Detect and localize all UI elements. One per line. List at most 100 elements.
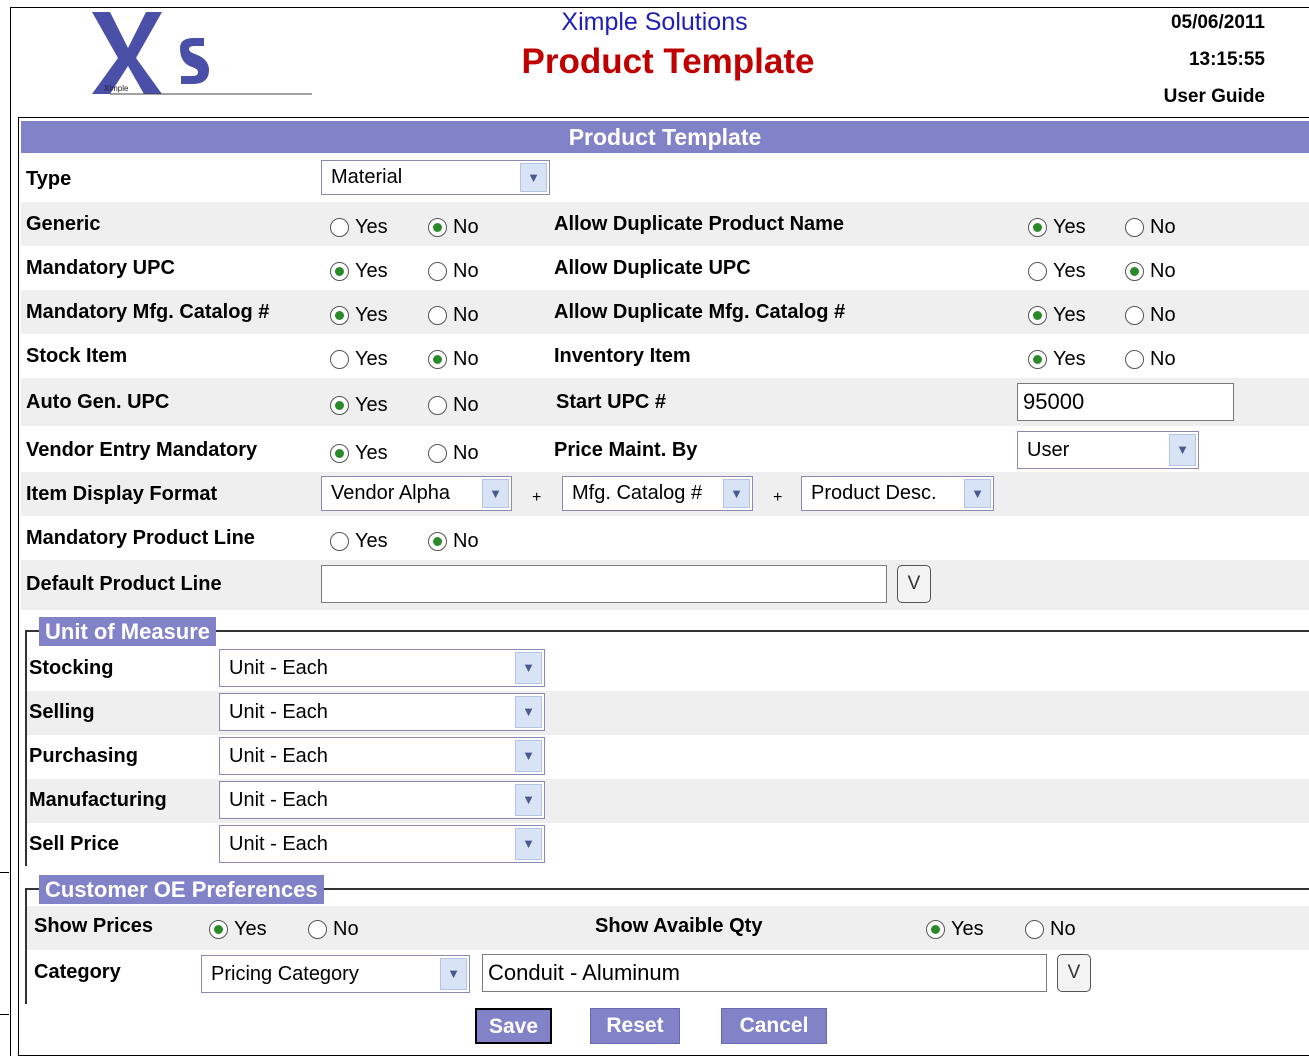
start-upc-input[interactable]: 95000 xyxy=(1017,383,1234,421)
radio-empty-icon[interactable] xyxy=(330,532,349,551)
radio-label: No xyxy=(453,394,479,416)
show-prices-no[interactable]: No xyxy=(308,918,359,941)
chevron-down-icon[interactable]: ▼ xyxy=(964,479,991,508)
save-button[interactable]: Save xyxy=(475,1008,552,1044)
allow-dup-name-no[interactable]: No xyxy=(1125,216,1176,239)
allow-dup-upc-label: Allow Duplicate UPC xyxy=(554,257,751,279)
sell-price-select[interactable]: Unit - Each ▼ xyxy=(219,825,545,863)
chevron-down-icon[interactable]: ▼ xyxy=(515,784,542,816)
radio-empty-icon[interactable] xyxy=(308,920,327,939)
show-prices-yes[interactable]: Yes xyxy=(209,918,267,941)
allow-dup-upc-no[interactable]: No xyxy=(1125,260,1176,283)
selling-select[interactable]: Unit - Each ▼ xyxy=(219,693,545,731)
allow-dup-upc-yes[interactable]: Yes xyxy=(1028,260,1086,283)
generic-no[interactable]: No xyxy=(428,216,479,239)
mandatory-mfg-yes[interactable]: Yes xyxy=(330,304,388,327)
row-stock-item: Stock Item Yes No Inventory Item Yes No xyxy=(21,334,1309,378)
inventory-item-label: Inventory Item xyxy=(554,345,691,367)
stocking-select[interactable]: Unit - Each ▼ xyxy=(219,649,545,687)
sell-price-value: Unit - Each xyxy=(229,833,328,855)
stock-item-no[interactable]: No xyxy=(428,348,479,371)
category-input[interactable]: Conduit - Aluminum xyxy=(482,954,1047,992)
radio-selected-icon[interactable] xyxy=(926,920,945,939)
radio-empty-icon[interactable] xyxy=(1125,306,1144,325)
allow-dup-mfg-yes[interactable]: Yes xyxy=(1028,304,1086,327)
type-select[interactable]: Material ▼ xyxy=(321,160,550,195)
radio-selected-icon[interactable] xyxy=(1028,350,1047,369)
radio-selected-icon[interactable] xyxy=(209,920,228,939)
mandatory-upc-yes[interactable]: Yes xyxy=(330,260,388,283)
allow-dup-name-label: Allow Duplicate Product Name xyxy=(554,213,845,235)
default-line-input[interactable] xyxy=(321,565,887,603)
show-qty-no[interactable]: No xyxy=(1025,918,1076,941)
allow-dup-mfg-no[interactable]: No xyxy=(1125,304,1176,327)
display-format-part1-select[interactable]: Vendor Alpha ▼ xyxy=(321,476,512,511)
radio-selected-icon[interactable] xyxy=(428,350,447,369)
radio-empty-icon[interactable] xyxy=(428,396,447,415)
radio-empty-icon[interactable] xyxy=(330,218,349,237)
radio-empty-icon[interactable] xyxy=(428,262,447,281)
chevron-down-icon[interactable]: ▼ xyxy=(1169,434,1196,466)
display-format-part2-select[interactable]: Mfg. Catalog # ▼ xyxy=(562,476,753,511)
type-label: Type xyxy=(26,168,72,190)
chevron-down-icon[interactable]: ▼ xyxy=(515,828,542,860)
allow-dup-name-yes[interactable]: Yes xyxy=(1028,216,1086,239)
radio-selected-icon[interactable] xyxy=(428,532,447,551)
radio-empty-icon[interactable] xyxy=(330,350,349,369)
purchasing-select[interactable]: Unit - Each ▼ xyxy=(219,737,545,775)
type-value: Material xyxy=(331,166,403,188)
reset-button[interactable]: Reset xyxy=(590,1008,680,1044)
uom-row-sell-price: Sell Price Unit - Each ▼ xyxy=(27,823,1309,867)
radio-label: Yes xyxy=(355,260,388,282)
inventory-item-yes[interactable]: Yes xyxy=(1028,348,1086,371)
mandatory-upc-label: Mandatory UPC xyxy=(26,257,175,279)
radio-empty-icon[interactable] xyxy=(1125,218,1144,237)
radio-selected-icon[interactable] xyxy=(330,396,349,415)
radio-empty-icon[interactable] xyxy=(428,444,447,463)
uom-row-manufacturing: Manufacturing Unit - Each ▼ xyxy=(27,779,1309,823)
radio-empty-icon[interactable] xyxy=(428,306,447,325)
mandatory-line-yes[interactable]: Yes xyxy=(330,530,388,553)
auto-gen-upc-yes[interactable]: Yes xyxy=(330,394,388,417)
radio-selected-icon[interactable] xyxy=(330,306,349,325)
price-maint-select[interactable]: User ▼ xyxy=(1017,431,1199,469)
generic-yes[interactable]: Yes xyxy=(330,216,388,239)
radio-selected-icon[interactable] xyxy=(428,218,447,237)
default-line-lookup-button[interactable]: V xyxy=(897,565,931,603)
radio-selected-icon[interactable] xyxy=(1028,218,1047,237)
vendor-entry-no[interactable]: No xyxy=(428,442,479,465)
chevron-down-icon[interactable]: ▼ xyxy=(515,740,542,772)
mandatory-mfg-no[interactable]: No xyxy=(428,304,479,327)
category-label: Category xyxy=(34,961,121,983)
stock-item-yes[interactable]: Yes xyxy=(330,348,388,371)
radio-label: Yes xyxy=(355,304,388,326)
chevron-down-icon[interactable]: ▼ xyxy=(515,652,542,684)
auto-gen-upc-no[interactable]: No xyxy=(428,394,479,417)
cancel-button[interactable]: Cancel xyxy=(721,1008,827,1044)
radio-empty-icon[interactable] xyxy=(1125,350,1144,369)
user-guide-link[interactable]: User Guide xyxy=(1164,86,1265,108)
radio-selected-icon[interactable] xyxy=(1028,306,1047,325)
category-select[interactable]: Pricing Category ▼ xyxy=(201,955,470,993)
display-format-part3-select[interactable]: Product Desc. ▼ xyxy=(801,476,994,511)
vendor-entry-yes[interactable]: Yes xyxy=(330,442,388,465)
category-select-value: Pricing Category xyxy=(211,963,359,985)
radio-empty-icon[interactable] xyxy=(1028,262,1047,281)
radio-selected-icon[interactable] xyxy=(330,444,349,463)
radio-empty-icon[interactable] xyxy=(1025,920,1044,939)
chevron-down-icon[interactable]: ▼ xyxy=(482,479,509,508)
generic-label: Generic xyxy=(26,213,101,235)
radio-selected-icon[interactable] xyxy=(330,262,349,281)
chevron-down-icon[interactable]: ▼ xyxy=(515,696,542,728)
chevron-down-icon[interactable]: ▼ xyxy=(440,958,467,990)
mandatory-upc-no[interactable]: No xyxy=(428,260,479,283)
show-qty-yes[interactable]: Yes xyxy=(926,918,984,941)
category-lookup-button[interactable]: V xyxy=(1057,954,1091,992)
inventory-item-no[interactable]: No xyxy=(1125,348,1176,371)
radio-selected-icon[interactable] xyxy=(1125,262,1144,281)
header: Ximple Ximple Solutions Product Template… xyxy=(0,0,1309,117)
manufacturing-select[interactable]: Unit - Each ▼ xyxy=(219,781,545,819)
chevron-down-icon[interactable]: ▼ xyxy=(520,163,547,192)
chevron-down-icon[interactable]: ▼ xyxy=(723,479,750,508)
mandatory-line-no[interactable]: No xyxy=(428,530,479,553)
